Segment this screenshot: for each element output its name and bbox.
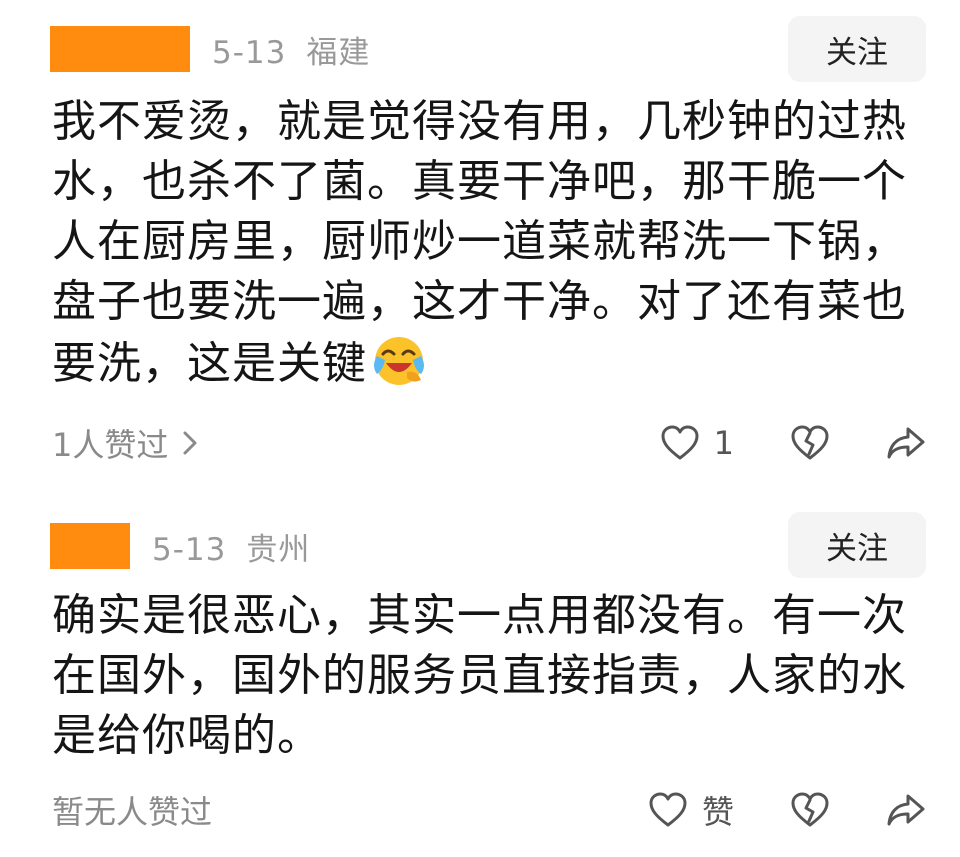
comment-card: 5-13 贵州 关注 确实是很恶心，其实一点用都没有。有一次 在国外，国外的服务员… — [0, 495, 960, 857]
comment-line-last: 要洗，这是关键 — [52, 332, 922, 394]
like-button[interactable]: 赞 — [648, 787, 734, 833]
broken-heart-icon — [790, 424, 830, 462]
comment-line: 盘子也要洗一遍，这才干净。对了还有菜也 — [52, 276, 907, 327]
comment-actions: 1 — [660, 418, 926, 468]
comment-body: 我不爱烫，就是觉得没有用，几秒钟的过热 水，也杀不了菌。真要干净吧，那干脆一个 … — [52, 92, 922, 394]
likes-summary[interactable]: 1人赞过 — [52, 420, 198, 466]
comment-date: 5-13 — [212, 34, 287, 71]
chevron-right-icon — [182, 430, 198, 456]
comment-meta: 5-13 贵州 — [152, 524, 310, 569]
comment-card: 5-13 福建 关注 我不爱烫，就是觉得没有用，几秒钟的过热 水，也杀不了菌。真要… — [0, 0, 960, 495]
likes-summary: 暂无人赞过 — [52, 787, 212, 833]
comment-line: 是给你喝的。 — [52, 710, 322, 761]
comment-location: 贵州 — [246, 531, 311, 568]
comment-line: 确实是很恶心，其实一点用都没有。有一次 — [52, 590, 907, 641]
username-redacted[interactable] — [50, 26, 190, 72]
comment-line: 水，也杀不了菌。真要干净吧，那干脆一个 — [52, 156, 907, 207]
likes-summary-text: 1人赞过 — [52, 426, 169, 464]
comment-footer: 1人赞过 1 — [52, 418, 926, 468]
broken-heart-icon — [790, 791, 830, 829]
like-label: 赞 — [701, 793, 734, 831]
share-button[interactable] — [886, 425, 926, 461]
comment-line: 要洗，这是关键 — [52, 338, 367, 389]
like-count: 1 — [713, 424, 734, 462]
share-icon — [886, 425, 926, 461]
laughing-crying-emoji-icon — [371, 332, 427, 388]
likes-summary-text: 暂无人赞过 — [52, 793, 213, 831]
comment-line: 我不爱烫，就是觉得没有用，几秒钟的过热 — [52, 96, 907, 147]
dislike-button[interactable] — [790, 424, 830, 462]
comment-location: 福建 — [306, 34, 371, 71]
username-redacted[interactable] — [50, 523, 130, 569]
share-icon — [886, 792, 926, 828]
comment-header: 5-13 贵州 — [50, 519, 310, 573]
comment-line: 人在厨房里，厨师炒一道菜就帮洗一下锅， — [52, 216, 907, 267]
comment-footer: 暂无人赞过 赞 — [52, 785, 926, 835]
follow-button[interactable]: 关注 — [788, 16, 926, 82]
share-button[interactable] — [886, 792, 926, 828]
heart-icon — [648, 791, 688, 829]
comment-header: 5-13 福建 — [50, 22, 370, 76]
comment-meta: 5-13 福建 — [212, 27, 370, 72]
follow-button[interactable]: 关注 — [788, 512, 926, 578]
heart-icon — [660, 424, 700, 462]
comment-date: 5-13 — [152, 531, 227, 568]
comment-body: 确实是很恶心，其实一点用都没有。有一次 在国外，国外的服务员直接指责，人家的水 … — [52, 586, 922, 766]
dislike-button[interactable] — [790, 791, 830, 829]
comment-line: 在国外，国外的服务员直接指责，人家的水 — [52, 650, 907, 701]
comment-actions: 赞 — [648, 785, 926, 835]
like-button[interactable]: 1 — [660, 424, 734, 462]
